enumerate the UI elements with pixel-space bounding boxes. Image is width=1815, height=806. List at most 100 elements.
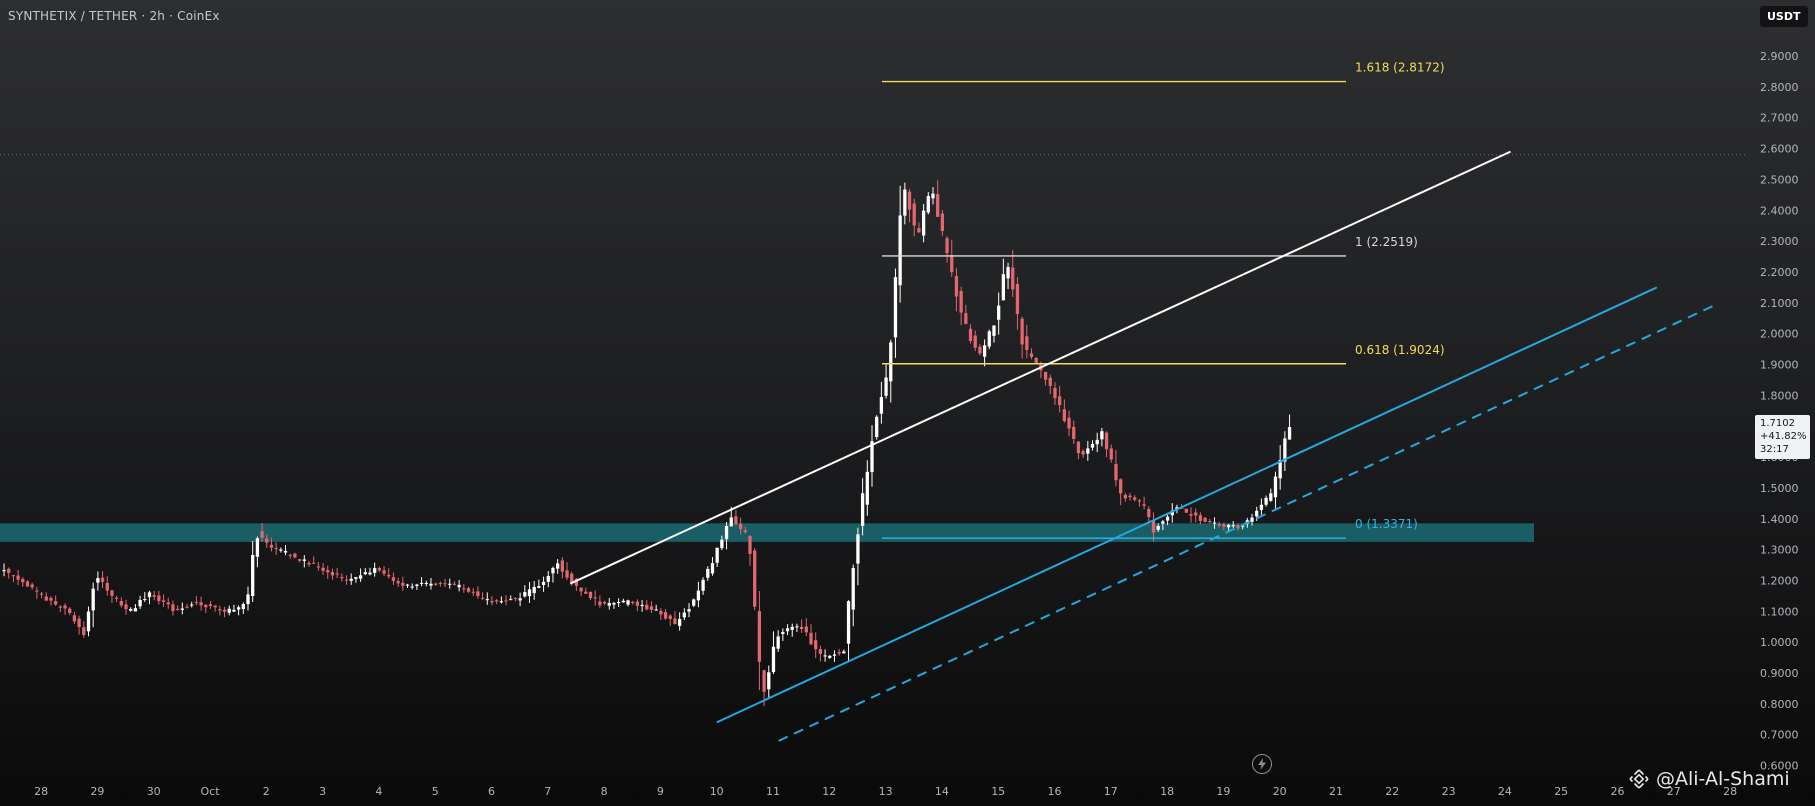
x-axis-tick-label: 21 (1329, 785, 1343, 798)
candle-body (762, 670, 766, 692)
lightning-bolt-icon[interactable] (1252, 754, 1272, 774)
candle-body (1255, 510, 1259, 517)
candle-body (837, 652, 841, 654)
candle-body (227, 608, 231, 613)
candle-body (532, 586, 536, 594)
trendline-cyan-channel-support[interactable] (716, 286, 1658, 724)
candle-body (720, 539, 724, 549)
x-axis-tick-label: 8 (601, 785, 608, 798)
fib-label-1-618: 1.618 (2.8172) (1355, 61, 1445, 75)
candle-body (1156, 525, 1160, 530)
y-axis-tick-label: 2.6000 (1760, 143, 1799, 156)
candle-body (424, 583, 428, 585)
candle-body (828, 655, 832, 658)
watermark-text: @Ali-Al-Shami (1656, 768, 1790, 790)
candle-body (546, 575, 550, 582)
x-axis-tick-label: 2 (263, 785, 270, 798)
candle-body (1062, 409, 1066, 422)
candle-body (663, 612, 668, 619)
candle-body (269, 544, 274, 548)
last-price-label: 1.7102 +41.82% 32:17 (1755, 415, 1810, 459)
candle-body (204, 604, 208, 608)
x-axis-tick-label: 28 (34, 785, 48, 798)
price-chart[interactable]: 1.618 (2.8172) 1 (2.2519) 0.618 (1.9024) 0 … (0, 0, 1815, 806)
currency-badge[interactable]: USDT (1760, 6, 1808, 27)
candle-body (382, 570, 386, 574)
candle-body (86, 611, 91, 632)
candle-body (143, 598, 147, 600)
candle-body (457, 584, 461, 588)
candle-body (776, 636, 780, 649)
candle-body (936, 194, 940, 217)
x-axis-tick-label: 23 (1442, 785, 1456, 798)
candle-body (1034, 357, 1038, 363)
candle-body (138, 599, 142, 607)
candle-body (1048, 377, 1052, 386)
candle-body (1123, 494, 1127, 499)
candle-body (476, 591, 480, 597)
candle-body (39, 593, 44, 595)
candle-body (340, 576, 344, 579)
candle-body (152, 595, 156, 597)
candle-body (504, 600, 508, 602)
candle-body (1137, 500, 1142, 502)
candle-body (387, 574, 391, 577)
candle-body (795, 626, 799, 628)
candle-body (175, 608, 180, 610)
candle-body (251, 555, 255, 597)
candle-body (129, 608, 133, 611)
candle-body (1222, 523, 1226, 527)
candle-body (96, 578, 100, 583)
candle-body (495, 600, 499, 602)
candle-body (551, 567, 555, 574)
x-axis-tick-label: 9 (657, 785, 664, 798)
candle-body (283, 551, 288, 553)
support-zone (0, 523, 1534, 542)
candle-body (133, 608, 138, 612)
price-change-percent: +41.82% (1760, 431, 1807, 442)
fib-label-1: 1 (2.2519) (1355, 235, 1418, 249)
candle-body (419, 582, 424, 584)
candle-body (415, 584, 419, 587)
candle-body (1086, 448, 1090, 454)
candle-body (157, 595, 161, 602)
y-axis-tick-label: 2.7000 (1760, 112, 1799, 125)
candle-body (1119, 479, 1123, 494)
candle-body (199, 602, 203, 606)
candle-body (1076, 441, 1081, 454)
candle-body (767, 672, 771, 690)
y-axis-tick-label: 0.9000 (1760, 667, 1799, 680)
candle-body (452, 583, 457, 585)
y-axis-tick-label: 2.0000 (1760, 328, 1799, 341)
candle-body (856, 534, 860, 564)
candle-body (105, 582, 109, 591)
candle-body (771, 646, 776, 673)
candle-body (893, 277, 898, 338)
candle-body (832, 654, 837, 656)
candle-body (25, 581, 30, 587)
candle-body (645, 604, 649, 610)
candle-body (724, 526, 729, 540)
candle-body (710, 563, 715, 574)
candle-body (2, 570, 6, 572)
candle-body (518, 598, 522, 601)
candle-body (63, 605, 67, 609)
candle-body (982, 345, 987, 357)
candle-body (1287, 427, 1292, 440)
candle-body (1231, 525, 1235, 527)
candle-body (321, 567, 325, 571)
candle-body (842, 651, 846, 654)
candle-body (297, 559, 302, 561)
candle-body (1194, 512, 1198, 516)
candle-body (490, 601, 494, 603)
candle-body (1128, 495, 1132, 498)
candle-body (1226, 524, 1231, 528)
candle-body (640, 604, 644, 606)
candle-body (396, 581, 400, 584)
candle-body (846, 601, 851, 644)
x-axis-tick-label: 3 (319, 785, 326, 798)
candle-body (1043, 371, 1048, 380)
candle-body (917, 228, 921, 233)
candle-body (889, 342, 893, 382)
candle-body (7, 568, 11, 573)
